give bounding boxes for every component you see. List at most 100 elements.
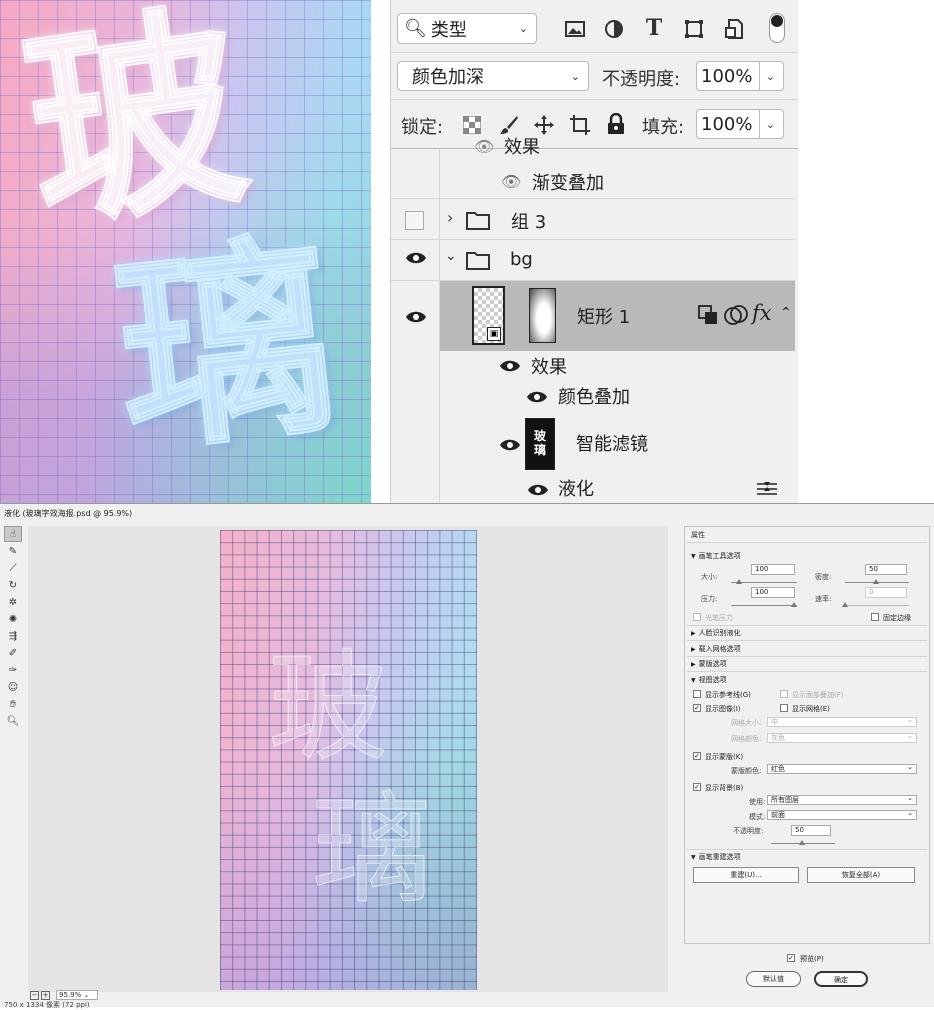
chevron-up-icon[interactable]: ⌃ (780, 305, 792, 321)
smart-object-badge-icon: ▣ (487, 327, 501, 341)
face-tool-icon[interactable]: ☺ (4, 679, 22, 695)
section-brush-reconstruct-options[interactable]: ▼ 画笔重建选项 (691, 852, 741, 862)
opacity-input[interactable]: 100% ⌄ (696, 61, 784, 91)
reconstruct-button[interactable]: 重建(U)... (693, 867, 799, 883)
liquify-canvas[interactable]: 玻 璃 (28, 526, 668, 992)
layer-mask-thumbnail[interactable] (529, 288, 556, 343)
layer-row-liquify[interactable]: 液化 (391, 473, 795, 503)
lock-transparent-pixels-icon[interactable] (460, 113, 484, 137)
default-button[interactable]: 默认值 (746, 971, 801, 987)
mesh-size-label: 网格大小: (731, 719, 762, 727)
section-face-aware-liquify[interactable]: ▶ 人脸识别液化 (691, 628, 741, 638)
show-backdrop-checkbox[interactable]: ✓ (693, 783, 701, 791)
restore-all-button[interactable]: 恢复全部(A) (807, 867, 915, 883)
color-overlay-label: 颜色叠加 (558, 387, 630, 408)
layer-filter-select[interactable]: 🔍︎ 类型 ⌄ (397, 13, 537, 44)
section-load-mesh-options[interactable]: ▶ 载入网格选项 (691, 644, 741, 654)
freeze-mask-tool-icon[interactable]: ✐ (4, 645, 22, 661)
zoom-in-button[interactable]: + (41, 990, 50, 1000)
eye-icon[interactable] (527, 482, 549, 501)
layer-row-effects-partial[interactable]: 👁︎ 效果 (391, 137, 795, 159)
section-mask-options[interactable]: ▶ 蒙版选项 (691, 659, 727, 669)
mask-color-select[interactable]: 红色 (767, 763, 917, 774)
type-filter-icon[interactable]: T (642, 15, 666, 41)
section-view-options[interactable]: ▼ 视图选项 (691, 675, 727, 685)
size-slider[interactable] (731, 579, 797, 584)
smooth-tool-icon[interactable]: ⟋ (4, 560, 22, 576)
layer-row-color-overlay[interactable]: 颜色叠加 (391, 379, 795, 411)
use-select[interactable]: 所有图层 (767, 794, 917, 805)
filter-blending-options-icon[interactable] (756, 481, 778, 501)
mesh-size-select[interactable]: 中 (767, 716, 917, 727)
blend-mode-select[interactable]: 颜色加深 ⌄ (397, 61, 589, 91)
push-left-tool-icon[interactable]: ⇶ (4, 628, 22, 644)
eye-icon[interactable] (405, 309, 427, 328)
chevron-down-icon[interactable]: ⌄ (766, 70, 775, 83)
pressure-slider[interactable] (731, 602, 797, 607)
smart-object-filter-icon[interactable] (722, 17, 746, 41)
bloat-tool-icon[interactable]: ✺ (4, 611, 22, 627)
pressure-input[interactable]: 100 (751, 587, 795, 598)
layer-row-bg-group[interactable]: ⌄ bg (391, 240, 795, 280)
layer-row-gradient-overlay[interactable]: 👁︎ 渐变叠加 (391, 165, 795, 197)
pucker-tool-icon[interactable]: ✲ (4, 594, 22, 610)
zoom-tool-icon[interactable]: 🔍︎ (4, 713, 22, 729)
shape-filter-icon[interactable] (682, 17, 706, 41)
show-mesh-checkbox[interactable] (780, 704, 788, 712)
stylus-pressure-checkbox[interactable] (693, 613, 701, 621)
show-mask-checkbox[interactable]: ✓ (693, 752, 701, 760)
fill-input[interactable]: 100% ⌄ (696, 109, 784, 139)
image-filter-icon[interactable] (563, 17, 587, 41)
rate-slider[interactable] (842, 602, 909, 607)
smart-filter-thumbnail[interactable]: 玻璃 (525, 418, 555, 470)
twirl-tool-icon[interactable]: ↻ (4, 577, 22, 593)
chevron-down-icon[interactable]: ⌄ (766, 118, 775, 131)
zoom-out-button[interactable]: − (30, 990, 39, 1000)
layer-thumbnail-transparent[interactable]: ▣ (472, 286, 505, 345)
section-brush-tool-options[interactable]: ▼ 画笔工具选项 (691, 551, 741, 561)
layer-row-rectangle-1[interactable]: ▣ 矩形 1 fx ⌃ (391, 281, 795, 351)
layer-row-smart-filters[interactable]: 玻璃 智能滤镜 (391, 415, 795, 471)
eye-icon[interactable]: 👁︎ (474, 137, 494, 156)
show-face-overlay-checkbox[interactable] (780, 690, 788, 698)
lock-all-icon[interactable] (604, 112, 628, 136)
eye-icon[interactable] (526, 389, 548, 408)
layer-row-effects[interactable]: 效果 (391, 349, 795, 379)
eye-icon[interactable] (499, 358, 521, 377)
mesh-color-select[interactable]: 灰色 (767, 732, 917, 743)
backdrop-opacity-input[interactable]: 50 (791, 825, 831, 836)
pin-edges-checkbox[interactable] (871, 613, 879, 621)
eye-icon[interactable] (405, 250, 427, 269)
reconstruct-tool-icon[interactable]: ✎ (4, 543, 22, 559)
density-input[interactable]: 50 (865, 564, 907, 575)
rate-input[interactable]: 0 (865, 587, 907, 598)
hand-tool-icon[interactable]: ✋︎ (4, 696, 22, 712)
show-mesh-label: 显示网格(E) (792, 705, 830, 713)
density-slider[interactable] (845, 579, 909, 584)
show-guides-checkbox[interactable] (693, 690, 701, 698)
chevron-right-icon[interactable]: › (447, 208, 453, 227)
chevron-down-icon[interactable]: ⌄ (445, 248, 457, 264)
filter-toggle-switch[interactable] (769, 13, 785, 43)
thaw-mask-tool-icon[interactable]: ✑ (4, 662, 22, 678)
backdrop-opacity-slider[interactable] (771, 840, 835, 845)
forward-warp-tool-icon[interactable]: ☝︎ (4, 526, 22, 542)
opacity-value: 100% (701, 65, 753, 87)
eye-icon[interactable]: 👁︎ (501, 172, 521, 191)
mode-select[interactable]: 前面 (767, 809, 917, 820)
show-image-checkbox[interactable]: ✓ (693, 704, 701, 712)
lock-artboard-icon[interactable] (568, 113, 592, 137)
ok-button[interactable]: 确定 (814, 971, 868, 987)
layer-row-group-3[interactable]: › 组 3 (391, 199, 795, 239)
visibility-empty-box[interactable] (405, 211, 424, 230)
fx-icon[interactable]: fx (752, 301, 772, 325)
preview-checkbox[interactable]: ✓ (787, 954, 795, 962)
adjustment-filter-icon[interactable] (602, 17, 626, 41)
zoom-select[interactable]: 95.9% ⌄ (56, 990, 98, 1000)
size-input[interactable]: 100 (751, 564, 795, 575)
poster-glass-char-1: 玻 (10, 0, 260, 261)
mesh-color-label: 网格颜色: (731, 735, 762, 743)
stylus-pressure-label: 光笔压力 (705, 614, 733, 622)
eye-icon[interactable] (499, 437, 521, 456)
liquify-preview-image[interactable]: 玻 璃 (220, 530, 477, 990)
